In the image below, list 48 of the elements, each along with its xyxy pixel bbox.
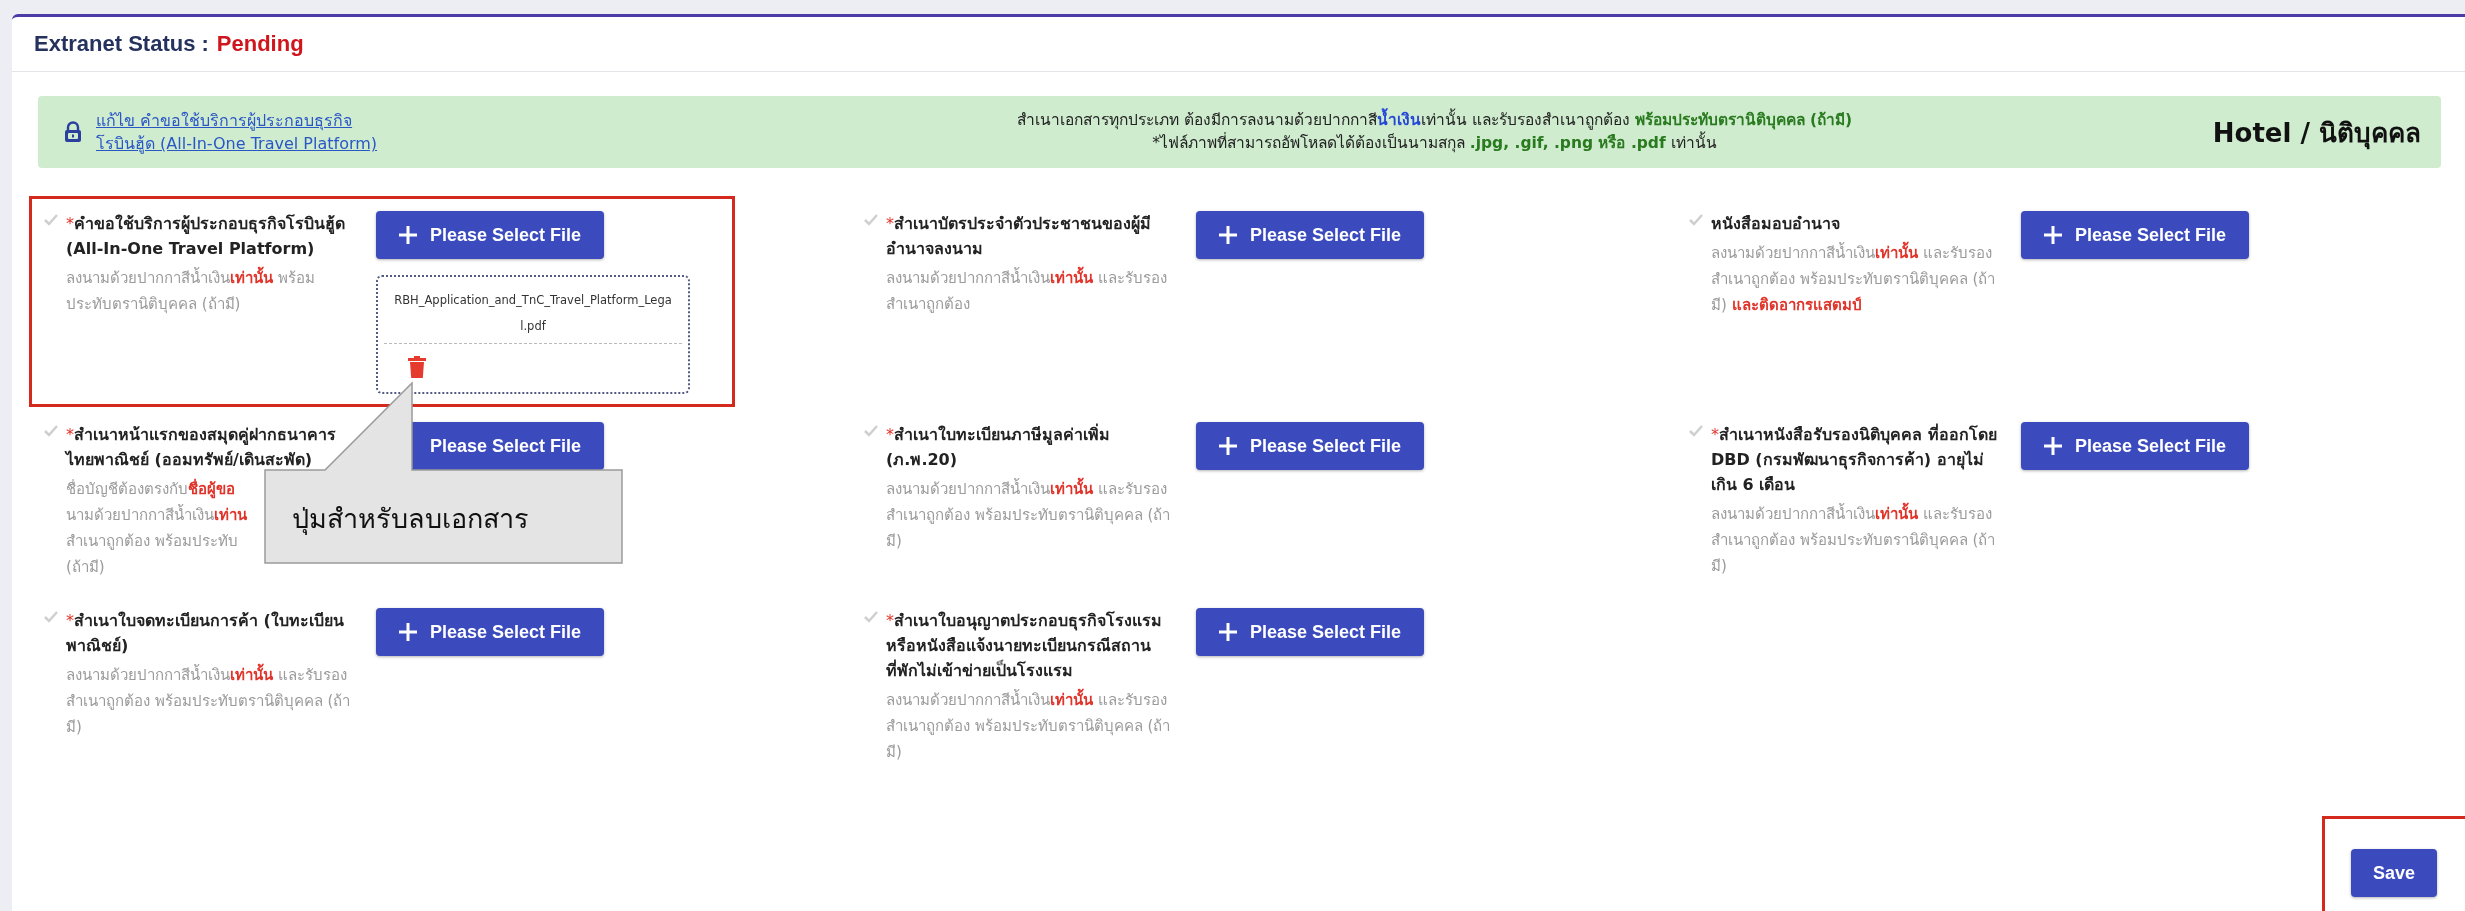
file-name: RBH_Application_and_TnC_Travel_Platform_Legal.pdf: [384, 283, 682, 344]
select-file-button[interactable]: Please Select File: [1196, 211, 1424, 259]
document-note: ลงนามด้วยปากกาสีน้ำเงินเท่านั้น และรับรองสำเนาถูกต้อง พร้อมประทับตรานิติบุคคล (ถ้ามี): [1711, 501, 2001, 579]
plus-icon: [2043, 436, 2063, 456]
lock-icon: [64, 121, 82, 143]
document-note: ลงนามด้วยปากกาสีน้ำเงินเท่านั้น และรับรองสำเนาถูกต้อง พร้อมประทับตรานิติบุคคล (ถ้ามี): [886, 476, 1176, 554]
document-title: *สำเนาใบจดทะเบียนการค้า (ใบทะเบียนพาณิชย์): [66, 610, 345, 657]
select-file-button[interactable]: Please Select File: [1196, 608, 1424, 656]
select-file-button[interactable]: Please Select File: [376, 211, 604, 259]
check-icon: [44, 611, 58, 623]
select-file-button[interactable]: Please Select File: [2021, 211, 2249, 259]
edit-application-link[interactable]: แก้ไข คำขอใช้บริการผู้ประกอบธุรกิจ โรบินฮู้ด (All-In-One Travel Platform): [96, 109, 656, 155]
status-value: Pending: [216, 31, 304, 57]
check-icon: [1689, 425, 1703, 437]
check-icon: [864, 214, 878, 226]
save-button[interactable]: Save: [2351, 849, 2437, 897]
document-title: *สำเนาบัตรประจำตัวประชาชนของผู้มีอำนาจลงนาม: [886, 213, 1152, 260]
plus-icon: [398, 225, 418, 245]
select-file-button[interactable]: Please Select File: [2021, 422, 2249, 470]
document-note: ลงนามด้วยปากกาสีน้ำเงินเท่านั้น และรับรองสำเนาถูกต้อง พร้อมประทับตรานิติบุคคล (ถ้ามี) และติดอากรแสตมป์: [1711, 240, 2001, 318]
account-type: Hotel / นิติบุคคล: [2212, 116, 2421, 152]
document-title: *คำขอใช้บริการผู้ประกอบธุรกิจโรบินฮู้ด (All-In-One Travel Platform): [66, 213, 346, 260]
plus-icon: [1218, 622, 1238, 642]
document-note: ลงนามด้วยปากกาสีน้ำเงินเท่านั้น พร้อมประทับตรานิติบุคคล (ถ้ามี): [66, 265, 356, 317]
check-icon: [864, 611, 878, 623]
plus-icon: [1218, 225, 1238, 245]
document-note: ลงนามด้วยปากกาสีน้ำเงินเท่านั้น และรับรองสำเนาถูกต้อง พร้อมประทับตรานิติบุคคล (ถ้ามี): [66, 662, 356, 740]
document-title: *สำเนาใบทะเบียนภาษีมูลค่าเพิ่ม (ภ.พ.20): [886, 422, 1111, 471]
plus-icon: [1218, 436, 1238, 456]
callout-text: ปุ่มสำหรับลบเอกสาร: [292, 502, 529, 537]
select-file-button[interactable]: Please Select File: [1196, 422, 1424, 470]
document-title: หนังสือมอบอำนาจ: [1711, 213, 1841, 235]
check-icon: [44, 425, 58, 437]
check-icon: [864, 425, 878, 437]
document-title: *สำเนาใบอนุญาตประกอบธุรกิจโรงแรม หรือหนังสือแจ้งนายทะเบียนกรณีสถานที่พักไม่เข้าข่ายเป็นโรงแรม: [886, 610, 1163, 682]
status-label: Extranet Status :: [34, 31, 209, 57]
trash-icon[interactable]: [408, 356, 426, 378]
document-note: ลงนามด้วยปากกาสีน้ำเงินเท่านั้น และรับรองสำเนาถูกต้อง: [886, 265, 1176, 317]
document-title: *สำเนาหน้าแรกของสมุดคู่ฝากธนาคารไทยพาณิชย์ (ออมทรัพย์/เดินสะพัด): [66, 424, 337, 471]
document-note: ลงนามด้วยปากกาสีน้ำเงินเท่านั้น และรับรองสำเนาถูกต้อง พร้อมประทับตรานิติบุคคล (ถ้ามี): [886, 687, 1176, 765]
upload-notice: สำเนาเอกสารทุกประเภท ต้องมีการลงนามด้วยปากกาสีน้ำเงินเท่านั้น และรับรองสำเนาถูกต้อง พร้อมประทับตรานิติบุคคล (ถ้ามี) *ไฟล์ภาพที่สามารถอัพโหลดได้ต้องเป็นนามสกุล .jpg, .gif, .png หรือ .pdf เท่านั้น: [656, 109, 2213, 155]
check-icon: [44, 214, 58, 226]
check-icon: [1689, 214, 1703, 226]
document-title: *สำเนาหนังสือรับรองนิติบุคคล ที่ออกโดย DBD (กรมพัฒนาธุรกิจการค้า) อายุไม่เกิน 6 เดือน: [1711, 422, 1998, 496]
plus-icon: [398, 622, 418, 642]
plus-icon: [2043, 225, 2063, 245]
document-note: ชื่อบัญชีต้องตรงกับชื่อผู้ขอ นามด้วยปากกาสีน้ำเงินเท่าน สำเนาถูกต้อง พร้อมประทับ (ถ้ามี): [66, 477, 247, 578]
select-file-button[interactable]: Please Select File: [376, 608, 604, 656]
